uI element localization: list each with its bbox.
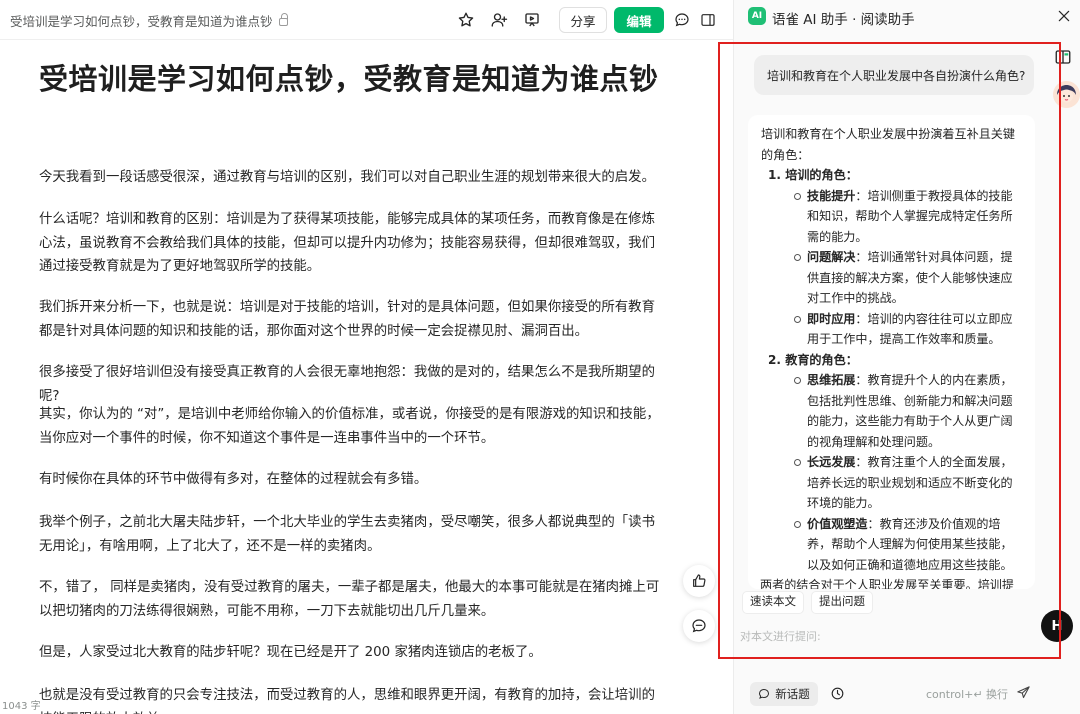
assistant-float-button[interactable]: H — [1041, 610, 1073, 642]
paragraph: 今天我看到一段话感受很深，通过教育与培训的区别，我们可以对自己职业生涯的规划带来… — [39, 170, 655, 185]
paragraph: 有时候你在具体的环节中做得有多对，在整体的过程就会有多错。 — [39, 472, 428, 487]
paragraph: 我举个例子，之前北大屠夫陆步轩，一个北大毕业的学生去卖猪肉，受尽嘲笑，很多人都说… — [39, 515, 655, 554]
answer-intro: 培训和教育在个人职业发展中扮演着互补且关键的角色： — [761, 127, 1015, 162]
thumbs-up-icon — [693, 574, 706, 587]
edit-button[interactable]: 编辑 — [614, 7, 664, 33]
answer-conclusion: 两者的结合对于个人职业发展至关重要。培训提 — [760, 578, 1014, 589]
comment-button[interactable] — [683, 610, 715, 642]
list-item: 思维拓展：教育提升个人的内在素质，包括批判性思维、创新能力和解决问题的能力，这些… — [761, 370, 1023, 452]
avatar[interactable] — [1053, 81, 1080, 108]
share-button[interactable]: 分享 — [559, 7, 607, 33]
paragraph: 我们拆开来分析一下，也就是说：培训是对于技能的培训，针对的是具体问题，但如果你接… — [39, 300, 655, 339]
close-icon[interactable] — [1056, 8, 1072, 24]
comment-icon[interactable] — [674, 12, 690, 28]
list-item: 即时应用：培训的内容往往可以立即应用于工作中，提高工作效率和质量。 — [761, 309, 1023, 350]
paragraph: 但是，人家受过北大教育的陆步轩呢？现在已经是开了 200 家猪肉连锁店的老板了。 — [39, 645, 542, 660]
quick-read-chip[interactable]: 速读本文 — [742, 591, 804, 614]
paragraph: 什么话呢？培训和教育的区别：培训是为了获得某项技能，能够完成具体的某项任务，而教… — [39, 212, 655, 274]
sidebar-toggle-icon[interactable] — [700, 12, 716, 28]
top-toolbar: 受培训是学习如何点钞，受教育是知道为谁点钞 分享 编辑 — [0, 0, 733, 40]
new-topic-button[interactable]: 新话题 — [750, 682, 818, 706]
word-count: 1043 字 — [2, 701, 41, 712]
question-input[interactable]: 对本文进行提问: — [740, 628, 1040, 644]
panel-layout-icon[interactable] — [1046, 40, 1080, 74]
article-body: 受培训是学习如何点钞，受教育是知道为谁点钞 今天我看到一段话感受很深，通过教育与… — [0, 41, 718, 714]
star-icon[interactable] — [455, 9, 477, 31]
add-collaborator-icon[interactable] — [488, 9, 510, 31]
ask-question-chip[interactable]: 提出问题 — [811, 591, 873, 614]
answer-section-title: 1. 培训的角色： — [768, 168, 858, 182]
list-item: 价值观塑造：教育还涉及价值观的培养，帮助个人理解为何使用某些技能，以及如何正确和… — [761, 514, 1023, 576]
present-icon[interactable] — [521, 9, 543, 31]
list-item: 问题解决：培训通常针对具体问题，提供直接的解决方案，使个人能够快速应对工作中的挑… — [761, 247, 1023, 309]
breadcrumb-doc-title[interactable]: 受培训是学习如何点钞，受教育是知道为谁点钞 — [10, 11, 288, 30]
paragraph: 很多接受了很好培训但没有接受真正教育的人会很无辜地抱怨：我做的是对的，结果怎么不… — [39, 365, 655, 404]
lock-icon — [278, 13, 288, 26]
send-icon[interactable] — [1016, 685, 1031, 700]
ai-answer-card: 培训和教育在个人职业发展中扮演着互补且关键的角色： 1. 培训的角色： 技能提升… — [748, 115, 1035, 589]
paragraph: 不，错了， 同样是卖猪肉，没有受过教育的屠夫，一辈子都是屠夫，他最大的本事可能就… — [39, 580, 660, 619]
page-title: 受培训是学习如何点钞，受教育是知道为谁点钞 — [39, 62, 659, 96]
history-icon[interactable] — [830, 686, 845, 701]
answer-section-title: 2. 教育的角色： — [768, 352, 858, 367]
paragraph: 其实，你认为的 “对”，是培训中老师给你输入的价值标准，或者说，你接受的是有限游… — [39, 407, 660, 446]
doc-title-text: 受培训是学习如何点钞，受教育是知道为谁点钞 — [10, 14, 273, 29]
list-item: 技能提升：培训侧重于教授具体的技能和知识，帮助个人掌握完成特定任务所需的能力。 — [761, 186, 1023, 248]
assistant-header: AI 语雀 AI 助手 · 阅读助手 — [734, 0, 1080, 34]
user-question-bubble: 培训和教育在个人职业发展中各自扮演什么角色? — [754, 55, 1034, 95]
view-toggle-group — [669, 8, 721, 32]
like-button[interactable] — [683, 565, 715, 597]
new-topic-label: 新话题 — [775, 687, 810, 701]
ai-logo-icon: AI — [748, 7, 766, 25]
send-shortcut-hint: control+↵ 换行 — [926, 688, 1009, 701]
comment-icon — [692, 619, 706, 633]
chat-bubble-icon — [759, 688, 770, 699]
assistant-title: 语雀 AI 助手 · 阅读助手 — [772, 12, 915, 28]
paragraph: 也就是没有受过教育的只会专注技法，而受过教育的人，思维和眼界更开阔，有教育的加持… — [39, 688, 655, 714]
list-item: 长远发展：教育注重个人的全面发展，培养长远的职业规划和适应不断变化的环境的能力。 — [761, 452, 1023, 514]
